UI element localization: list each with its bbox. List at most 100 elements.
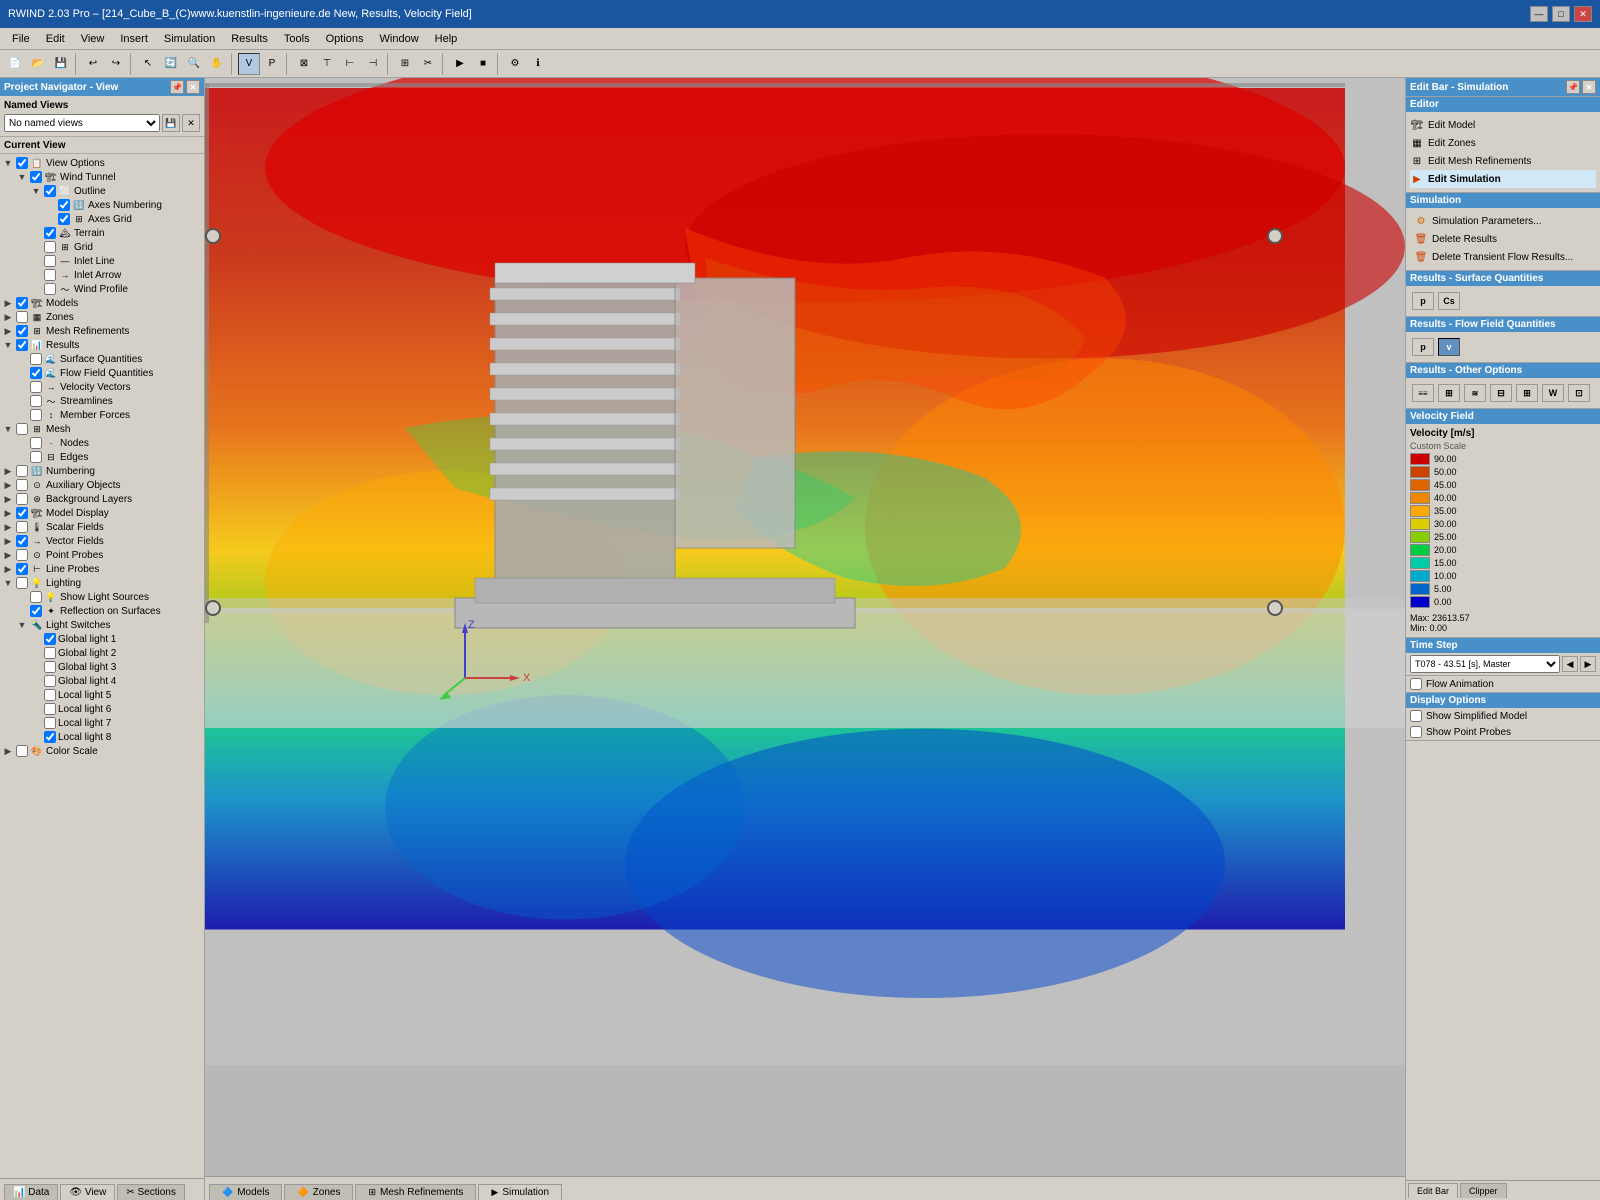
menu-window[interactable]: Window <box>372 31 427 47</box>
checkbox-local-light-8[interactable] <box>44 731 56 743</box>
simulation-header[interactable]: Simulation <box>1406 193 1600 208</box>
checkbox-point-probes[interactable] <box>16 549 28 561</box>
checkbox-local-light-7[interactable] <box>44 717 56 729</box>
checkbox-streamlines[interactable] <box>30 395 42 407</box>
tree-toggle[interactable]: ▶ <box>2 465 14 477</box>
checkbox-outline[interactable] <box>44 185 56 197</box>
tree-item-surface-quantities[interactable]: ▶ 🌊 Surface Quantities <box>16 352 202 366</box>
tb-pressure[interactable]: P <box>261 53 283 75</box>
tb-velocity[interactable]: V <box>238 53 260 75</box>
tree-item-wind-tunnel[interactable]: ▼ 🏗 Wind Tunnel <box>16 170 202 184</box>
tree-toggle[interactable]: ▼ <box>2 157 14 169</box>
tree-item-axes-grid[interactable]: ▶ ⊞ Axes Grid <box>44 212 202 226</box>
flow-animation-checkbox[interactable] <box>1410 678 1422 690</box>
tab-view[interactable]: 👁 View <box>60 1184 115 1200</box>
time-step-header[interactable]: Time Step <box>1406 638 1600 653</box>
tree-item-outline[interactable]: ▼ ⬜ Outline <box>30 184 202 198</box>
editor-item-edit-mesh[interactable]: ⊞ Edit Mesh Refinements <box>1410 152 1596 170</box>
named-views-save-button[interactable]: 💾 <box>162 114 180 132</box>
viewport[interactable]: Z X 🔷 Models 🔶 Zones ⊞ Mesh Re <box>205 78 1405 1200</box>
named-views-delete-button[interactable]: ✕ <box>182 114 200 132</box>
checkbox-lighting[interactable] <box>16 577 28 589</box>
tree-item-auxiliary-objects[interactable]: ▶ ⊙ Auxiliary Objects <box>2 478 202 492</box>
tree-item-wind-profile[interactable]: ▶ 〜 Wind Profile <box>30 282 202 296</box>
vp-tab-zones[interactable]: 🔶 Zones <box>284 1184 353 1200</box>
tree-item-local-light-5[interactable]: ▶ Local light 5 <box>30 688 202 702</box>
other-btn-5[interactable]: ⊞ <box>1516 384 1538 402</box>
other-options-header[interactable]: Results - Other Options <box>1406 363 1600 378</box>
checkbox-flow-field[interactable] <box>30 367 42 379</box>
tb-pan[interactable]: ✋ <box>206 53 228 75</box>
checkbox-mesh-refinements[interactable] <box>16 325 28 337</box>
display-options-header[interactable]: Display Options <box>1406 693 1600 708</box>
menu-tools[interactable]: Tools <box>276 31 318 47</box>
show-simplified-checkbox[interactable] <box>1410 710 1422 722</box>
tree-item-local-light-8[interactable]: ▶ Local light 8 <box>30 730 202 744</box>
tb-undo[interactable]: ↩ <box>82 53 104 75</box>
tree-item-grid[interactable]: ▶ ⊞ Grid <box>30 240 202 254</box>
named-views-select[interactable]: No named views <box>4 114 160 132</box>
tb-front[interactable]: ⊢ <box>339 53 361 75</box>
tree-item-mesh-refinements[interactable]: ▶ ⊞ Mesh Refinements <box>2 324 202 338</box>
checkbox-auxiliary-objects[interactable] <box>16 479 28 491</box>
menu-edit[interactable]: Edit <box>38 31 73 47</box>
checkbox-inlet-arrow[interactable] <box>44 269 56 281</box>
checkbox-global-light-3[interactable] <box>44 661 56 673</box>
tree-item-model-display[interactable]: ▶ 🏗 Model Display <box>2 506 202 520</box>
vp-tab-models[interactable]: 🔷 Models <box>209 1184 282 1200</box>
checkbox-scalar-fields[interactable] <box>16 521 28 533</box>
tb-new[interactable]: 📄 <box>4 53 26 75</box>
checkbox-line-probes[interactable] <box>16 563 28 575</box>
tree-toggle[interactable]: ▶ <box>2 535 14 547</box>
tb-rotate[interactable]: 🔄 <box>160 53 182 75</box>
minimize-button[interactable]: — <box>1530 6 1548 22</box>
tree-item-edges[interactable]: ▶ ⊟ Edges <box>16 450 202 464</box>
tb-settings[interactable]: ⚙ <box>504 53 526 75</box>
panel-pin-button[interactable]: 📌 <box>170 80 184 94</box>
checkbox-color-scale[interactable] <box>16 745 28 757</box>
tree-item-nodes[interactable]: ▶ · Nodes <box>16 436 202 450</box>
tb-save[interactable]: 💾 <box>50 53 72 75</box>
vp-tab-mesh-refinements[interactable]: ⊞ Mesh Refinements <box>355 1184 476 1200</box>
menu-results[interactable]: Results <box>223 31 276 47</box>
menu-help[interactable]: Help <box>427 31 466 47</box>
checkbox-wind-tunnel[interactable] <box>30 171 42 183</box>
tree-item-line-probes[interactable]: ▶ ⊢ Line Probes <box>2 562 202 576</box>
maximize-button[interactable]: □ <box>1552 6 1570 22</box>
checkbox-results[interactable] <box>16 339 28 351</box>
tree-item-velocity-vectors[interactable]: ▶ → Velocity Vectors <box>16 380 202 394</box>
tb-play[interactable]: ▶ <box>449 53 471 75</box>
tb-redo[interactable]: ↪ <box>105 53 127 75</box>
tree-toggle[interactable]: ▼ <box>16 171 28 183</box>
sim-btn-parameters[interactable]: ⚙ Simulation Parameters... <box>1410 212 1596 230</box>
tree-item-inlet-line[interactable]: ▶ — Inlet Line <box>30 254 202 268</box>
checkbox-global-light-4[interactable] <box>44 675 56 687</box>
tree-toggle[interactable]: ▶ <box>2 297 14 309</box>
editor-item-edit-model[interactable]: 🏗 Edit Model <box>1410 116 1596 134</box>
checkbox-axes-grid[interactable] <box>58 213 70 225</box>
menu-insert[interactable]: Insert <box>112 31 156 47</box>
checkbox-numbering[interactable] <box>16 465 28 477</box>
other-btn-4[interactable]: ⊟ <box>1490 384 1512 402</box>
checkbox-background-layers[interactable] <box>16 493 28 505</box>
tree-item-results[interactable]: ▼ 📊 Results <box>2 338 202 352</box>
editbar-pin-btn[interactable]: 📌 <box>1566 80 1580 94</box>
surface-quantities-header[interactable]: Results - Surface Quantities <box>1406 271 1600 286</box>
editor-item-edit-zones[interactable]: ▦ Edit Zones <box>1410 134 1596 152</box>
panel-close-button[interactable]: ✕ <box>186 80 200 94</box>
time-next-button[interactable]: ▶ <box>1580 656 1596 672</box>
checkbox-global-light-2[interactable] <box>44 647 56 659</box>
tree-toggle[interactable]: ▶ <box>2 493 14 505</box>
checkbox-vector-fields[interactable] <box>16 535 28 547</box>
other-btn-6[interactable]: W <box>1542 384 1564 402</box>
checkbox-zones[interactable] <box>16 311 28 323</box>
other-btn-7[interactable]: ⊡ <box>1568 384 1590 402</box>
checkbox-wind-profile[interactable] <box>44 283 56 295</box>
checkbox-models[interactable] <box>16 297 28 309</box>
tree-item-local-light-7[interactable]: ▶ Local light 7 <box>30 716 202 730</box>
checkbox-local-light-6[interactable] <box>44 703 56 715</box>
surf-p-button[interactable]: p <box>1412 292 1434 310</box>
tb-zoom[interactable]: 🔍 <box>183 53 205 75</box>
menu-view[interactable]: View <box>73 31 113 47</box>
menu-options[interactable]: Options <box>318 31 372 47</box>
